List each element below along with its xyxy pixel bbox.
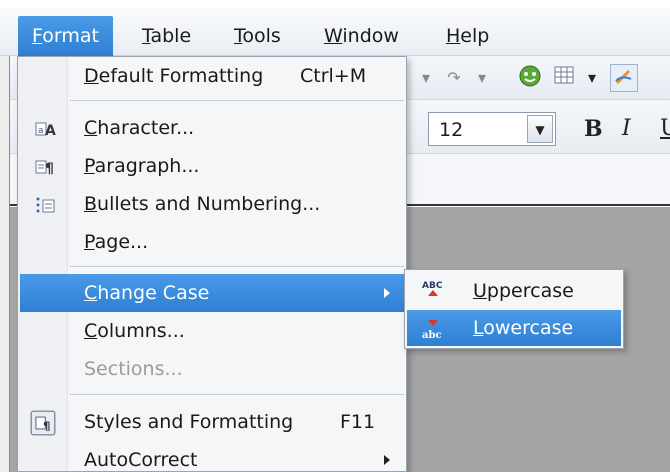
styles-formatting-icon: ¶ [30,410,56,436]
table-dropdown-icon[interactable]: ▾ [578,64,606,92]
bold-button[interactable]: B [584,112,603,146]
menu-item-label: Default Formatting [84,57,263,95]
menu-format-mnemonic: F [32,25,43,47]
chevron-down-icon[interactable]: ▼ [527,115,553,143]
italic-button[interactable]: I [622,112,631,146]
uppercase-icon: ABC [422,281,443,296]
menu-item-text: ppercase [486,280,574,302]
uppercase-icon-label: ABC [422,281,443,291]
menu-item-text: AutoCorrect [84,449,198,471]
menu-item-uppercase[interactable]: ABC Uppercase [407,273,621,309]
menu-item-default-formatting[interactable]: Default Formatting Ctrl+M [20,57,404,95]
menu-item-mnemonic: C [84,320,98,342]
menu-item-character[interactable]: aA Character... [20,109,404,147]
menu-item-mnemonic: P [84,231,95,253]
menu-item-text: efault Formatting [98,65,264,87]
menu-tools-label: ools [242,25,281,47]
menu-item-bullets-numbering[interactable]: Bullets and Numbering... [20,185,404,223]
menu-item-text: olumns... [97,320,185,342]
change-case-submenu: ABC Uppercase abc Lowercase [404,269,624,349]
menu-format[interactable]: Format [18,16,113,56]
menu-item-autocorrect[interactable]: AutoCorrect [20,441,404,471]
menu-item-text: Sections... [84,358,183,380]
svg-text:¶: ¶ [45,161,54,177]
menu-item-mnemonic: D [84,65,99,87]
menu-bar: Format Table Tools Window Help [0,8,670,56]
menu-item-lowercase[interactable]: abc Lowercase [407,310,621,346]
menu-item-label: Lowercase [473,310,573,346]
redo-icon[interactable]: ↷ [440,64,468,92]
menu-item-label: Sections... [84,350,183,388]
menu-help[interactable]: Help [432,16,503,56]
menu-separator [70,266,404,267]
menu-item-label: Columns... [84,312,185,350]
menu-item-text: haracter... [97,117,195,139]
menu-item-mnemonic: P [84,155,95,177]
menu-item-label: Uppercase [473,273,574,309]
svg-text:a: a [38,126,44,136]
menu-item-text: age... [94,231,149,253]
menu-item-mnemonic: U [473,280,487,302]
menu-format-label: ormat [42,25,99,47]
menu-item-label: Page... [84,223,148,261]
draw-functions-icon[interactable] [610,64,638,92]
menu-item-text: ullets and Numbering... [97,193,321,215]
menu-help-mnemonic: H [446,25,461,47]
lowercase-icon: abc [422,320,442,341]
menu-item-paragraph[interactable]: ¶ Paragraph... [20,147,404,185]
menu-item-text: Styles and Formatting [84,411,294,433]
svg-text:¶: ¶ [43,419,51,433]
menu-separator [70,100,404,101]
menu-table-label: able [150,25,192,47]
menu-item-text: aragraph... [94,155,200,177]
svg-text:A: A [45,123,56,139]
underline-button[interactable]: U [660,112,670,146]
menu-item-mnemonic: C [84,117,98,139]
menu-window-label: indow [342,25,399,47]
menu-item-shortcut: F11 [340,411,376,433]
menu-item-mnemonic: B [84,193,98,215]
submenu-arrow-icon [384,455,390,465]
menu-item-sections: Sections... [20,350,404,388]
menu-item-text: hange Case [97,282,210,304]
menu-item-label: Bullets and Numbering... [84,185,320,223]
menu-item-mnemonic: L [473,317,484,339]
menu-help-label: elp [460,25,490,47]
bullets-numbering-icon [36,197,55,213]
hyperlink-icon[interactable] [516,64,544,92]
lowercase-icon-label: abc [422,330,442,341]
menu-item-text: owercase [483,317,574,339]
menu-item-label: Styles and Formatting [84,403,293,441]
menu-tools[interactable]: Tools [220,16,295,56]
menu-item-label: Change Case [84,274,209,312]
menu-window-mnemonic: W [324,25,343,47]
menu-separator [70,394,404,395]
menu-item-label: Paragraph... [84,147,199,185]
font-size-value: 12 [439,119,464,141]
menu-item-mnemonic: C [84,282,98,304]
menu-item-label: AutoCorrect [84,441,198,471]
character-icon: aA [35,122,56,139]
menu-item-styles-formatting[interactable]: ¶ Styles and Formatting F11 [20,403,404,441]
table-icon[interactable] [550,64,578,92]
menu-item-columns[interactable]: Columns... [20,312,404,350]
submenu-arrow-icon [384,288,390,298]
window-left-edge [0,56,10,472]
menu-item-shortcut: Ctrl+M [300,65,367,87]
paragraph-icon: ¶ [35,160,54,177]
undo-dropdown-icon[interactable]: ▾ [412,64,440,92]
format-menu: Default Formatting Ctrl+M aA Character..… [17,56,407,472]
menu-window[interactable]: Window [310,16,413,56]
menu-item-label: Character... [84,109,194,147]
redo-dropdown-icon[interactable]: ▾ [468,64,496,92]
menu-table[interactable]: Table [128,16,205,56]
menu-item-page[interactable]: Page... [20,223,404,261]
font-size-combobox[interactable]: 12 ▼ [428,112,556,146]
menu-item-change-case[interactable]: Change Case [20,274,404,312]
